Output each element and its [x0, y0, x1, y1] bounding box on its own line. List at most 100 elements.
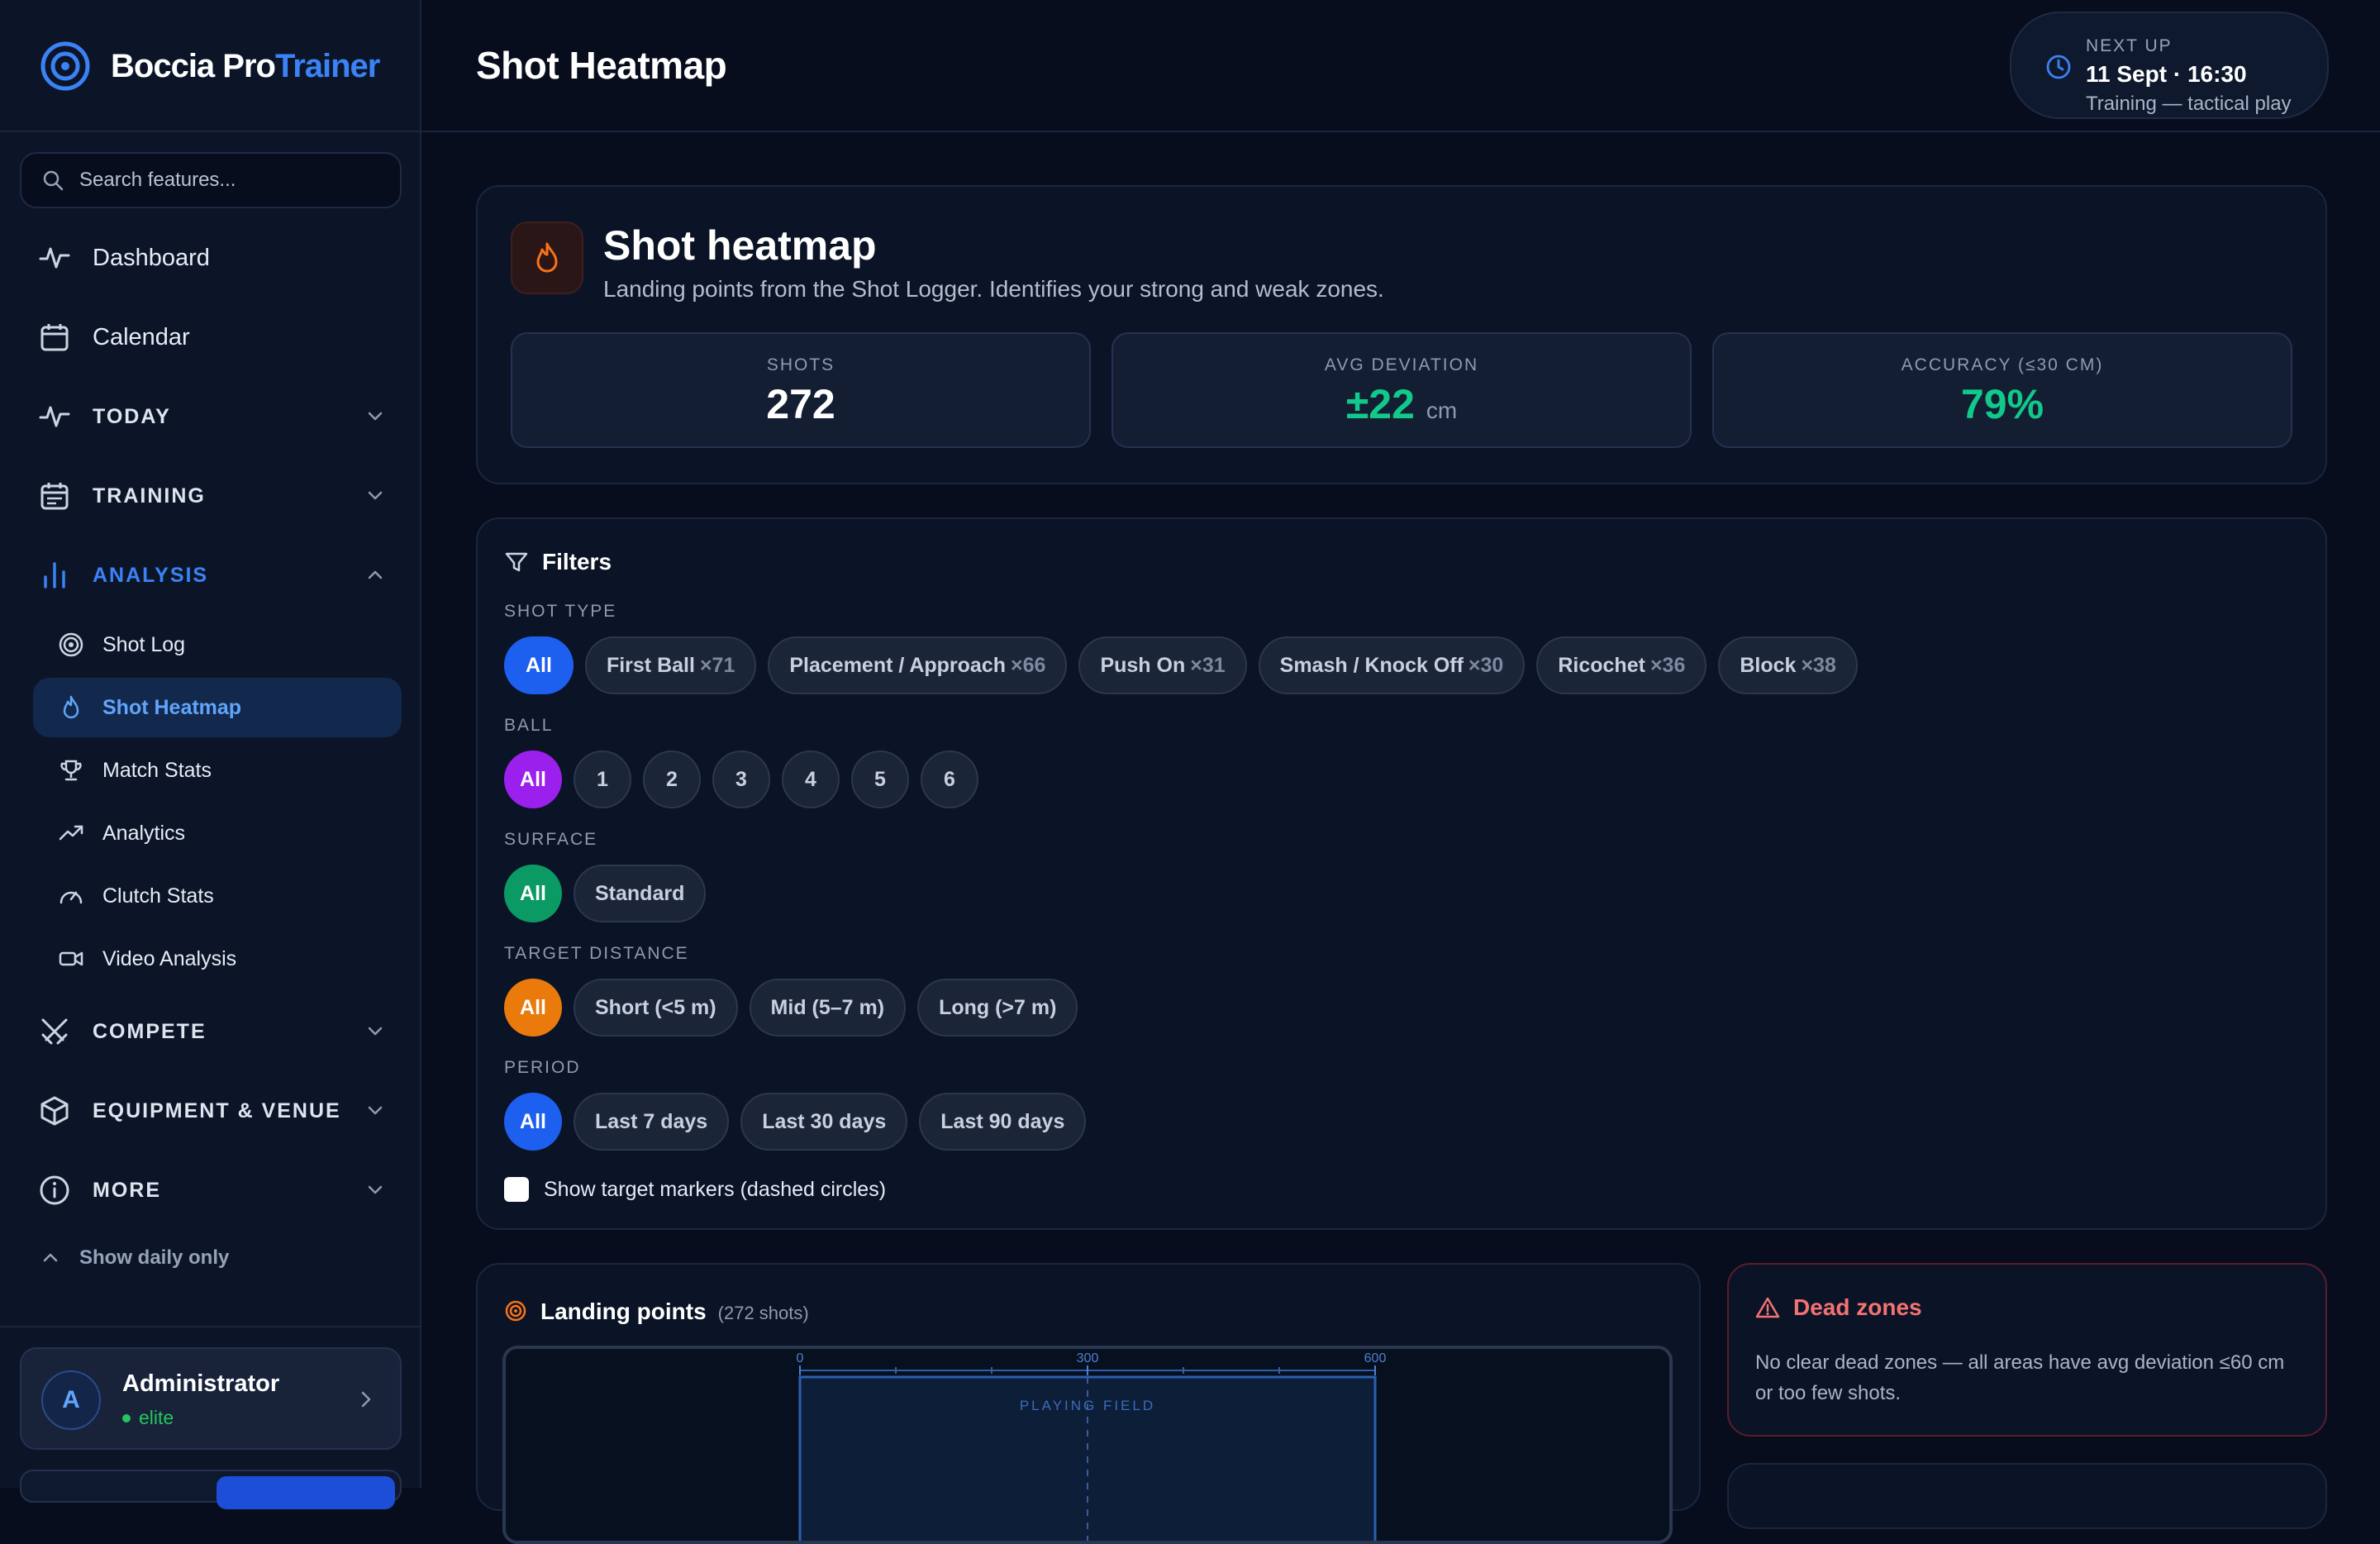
chip-shot-type-first-ball[interactable]: First Ball ×71	[584, 636, 757, 694]
chip-shot-type-block[interactable]: Block ×38	[1718, 636, 1858, 694]
video-icon	[59, 951, 83, 966]
target-logo-icon	[40, 41, 90, 91]
surface-chips: All Standard	[504, 865, 717, 922]
filters-panel: Filters SHOT TYPE All First Ball ×71 Plac…	[476, 517, 2327, 1230]
chip-ball-1[interactable]: 1	[574, 751, 631, 808]
next-up-date: 11 Sept · 16:30	[2086, 61, 2247, 87]
nav-dashboard[interactable]: Dashboard	[36, 233, 387, 283]
swords-icon	[36, 1013, 73, 1050]
axis-tick-label: 300	[1077, 1351, 1099, 1365]
package-icon	[36, 1093, 73, 1129]
chip-distance-all[interactable]: All	[504, 979, 562, 1036]
stat-value: 272	[766, 381, 835, 427]
chip-surface-all[interactable]: All	[504, 865, 562, 922]
filters-header: Filters	[504, 549, 612, 575]
chip-ball-4[interactable]: 4	[782, 751, 840, 808]
chevron-down-icon	[368, 412, 383, 421]
nav-dashboard-label: Dashboard	[93, 244, 210, 271]
chip-shot-type-smash[interactable]: Smash / Knock Off ×30	[1258, 636, 1526, 694]
sidebar-item-shot-heatmap[interactable]: Shot Heatmap	[33, 678, 402, 737]
filter-label-period: PERIOD	[504, 1058, 581, 1077]
landing-points-panel: Landing points (272 shots) 0 300 600 PLA…	[476, 1263, 1701, 1544]
chevron-down-icon	[368, 1027, 383, 1036]
flame-icon	[63, 695, 79, 719]
chip-distance-short[interactable]: Short (<5 m)	[574, 979, 738, 1036]
nav-section-today[interactable]: TODAY	[36, 392, 387, 441]
nav-section-training[interactable]: TRAINING	[36, 471, 387, 521]
nav-section-equipment[interactable]: EQUIPMENT & VENUE	[36, 1086, 387, 1136]
chip-ball-3[interactable]: 3	[712, 751, 770, 808]
stat-accuracy: ACCURACY (≤30 CM) 79%	[1712, 332, 2292, 448]
chip-surface-standard[interactable]: Standard	[574, 865, 707, 922]
target-markers-checkbox[interactable]	[504, 1177, 529, 1202]
dead-zones-panel: Dead zones No clear dead zones — all are…	[1727, 1263, 2327, 1437]
sidebar-item-label: Clutch Stats	[102, 884, 214, 908]
user-status-label: elite	[139, 1407, 174, 1428]
chip-shot-type-ricochet[interactable]: Ricochet ×36	[1536, 636, 1707, 694]
brand-name: Boccia ProTrainer	[111, 47, 380, 84]
sidebar-item-video-analysis[interactable]: Video Analysis	[33, 929, 402, 989]
trending-up-icon	[59, 825, 83, 841]
chip-shot-type-placement[interactable]: Placement / Approach ×66	[768, 636, 1068, 694]
chip-period-90-days[interactable]: Last 90 days	[919, 1093, 1087, 1151]
chip-ball-all[interactable]: All	[504, 751, 562, 808]
avatar: A	[41, 1370, 101, 1430]
chip-shot-type-all[interactable]: All	[504, 636, 574, 694]
target-markers-toggle[interactable]: Show target markers (dashed circles)	[504, 1177, 886, 1202]
next-up-label: NEXT UP	[2086, 36, 2173, 55]
chip-shot-type-push-on[interactable]: Push On ×31	[1078, 636, 1247, 694]
section-title: Shot heatmap	[603, 222, 877, 269]
sidebar-item-clutch-stats[interactable]: Clutch Stats	[33, 866, 402, 926]
show-daily-toggle[interactable]: Show daily only	[40, 1246, 229, 1270]
chip-ball-5[interactable]: 5	[851, 751, 909, 808]
chip-ball-2[interactable]: 2	[643, 751, 701, 808]
filter-label-distance: TARGET DISTANCE	[504, 944, 689, 963]
chip-distance-long[interactable]: Long (>7 m)	[917, 979, 1078, 1036]
next-up-subtitle: Training — tactical play	[2086, 93, 2292, 115]
search-box[interactable]	[20, 152, 402, 208]
court-view[interactable]: 0 300 600 PLAYING FIELD	[502, 1346, 1673, 1544]
primary-action-button[interactable]	[217, 1476, 395, 1509]
status-dot	[122, 1413, 131, 1422]
stat-label: ACCURACY (≤30 CM)	[1901, 355, 2104, 374]
target-icon	[59, 632, 83, 657]
search-input[interactable]	[78, 168, 395, 193]
sidebar-item-shot-log[interactable]: Shot Log	[33, 615, 402, 674]
distance-chips: All Short (<5 m) Mid (5–7 m) Long (>7 m)	[504, 979, 1089, 1036]
stat-label: AVG DEVIATION	[1324, 355, 1479, 374]
stat-value: ±22 cm	[1345, 381, 1458, 427]
court-svg: 0 300 600 PLAYING FIELD	[797, 1351, 1386, 1541]
chip-distance-mid[interactable]: Mid (5–7 m)	[749, 979, 907, 1036]
sidebar-bottom-controls[interactable]	[20, 1470, 402, 1509]
trophy-icon	[60, 760, 82, 781]
chip-period-30-days[interactable]: Last 30 days	[740, 1093, 908, 1151]
brand[interactable]: Boccia ProTrainer	[40, 40, 380, 93]
search-icon	[43, 170, 64, 191]
filter-label-shot-type: SHOT TYPE	[504, 602, 617, 621]
target-icon	[505, 1300, 526, 1322]
sidebar-item-analytics[interactable]: Analytics	[33, 803, 402, 863]
calendar-check-icon	[36, 478, 73, 514]
sidebar: Boccia ProTrainer Dashboard Calendar TOD…	[0, 0, 421, 1509]
heatmap-summary-panel: Shot heatmap Landing points from the Sho…	[476, 185, 2327, 484]
next-up-card[interactable]: NEXT UP 11 Sept · 16:30 Training — tacti…	[2010, 12, 2329, 119]
chevron-up-icon	[368, 570, 383, 579]
nav-section-training-label: TRAINING	[93, 484, 206, 508]
nav-section-compete[interactable]: COMPETE	[36, 1007, 387, 1056]
user-card[interactable]: A Administrator elite	[20, 1347, 402, 1450]
dead-zones-title: Dead zones	[1793, 1294, 1922, 1320]
sidebar-item-match-stats[interactable]: Match Stats	[33, 741, 402, 800]
sidebar-divider	[0, 1326, 420, 1327]
nav-section-more[interactable]: MORE	[36, 1165, 387, 1215]
info-icon	[36, 1172, 73, 1208]
nav-calendar[interactable]: Calendar	[36, 312, 387, 362]
chevron-right-icon	[361, 1391, 371, 1408]
nav-section-more-label: MORE	[93, 1178, 161, 1202]
nav-section-analysis[interactable]: ANALYSIS	[36, 550, 387, 600]
landing-count: (272 shots)	[717, 1303, 809, 1323]
chip-ball-6[interactable]: 6	[921, 751, 978, 808]
flame-icon	[511, 222, 583, 294]
chip-period-7-days[interactable]: Last 7 days	[574, 1093, 730, 1151]
chip-period-all[interactable]: All	[504, 1093, 562, 1151]
landing-header: Landing points (272 shots)	[504, 1296, 809, 1325]
